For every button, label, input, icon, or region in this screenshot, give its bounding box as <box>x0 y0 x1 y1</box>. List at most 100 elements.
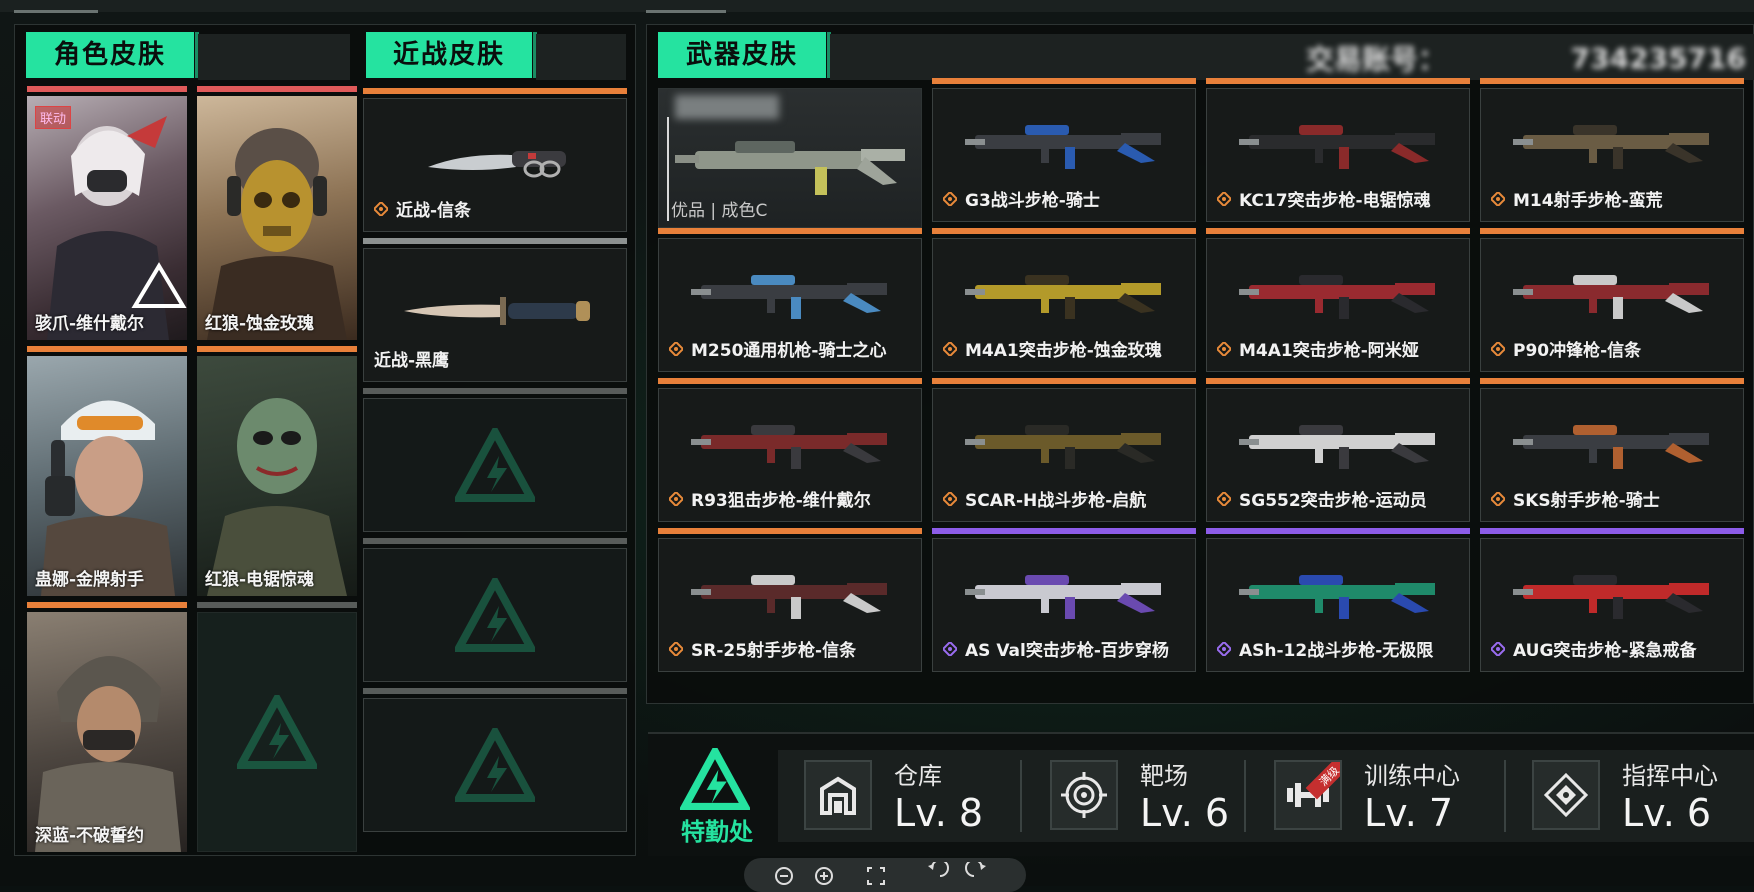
character-card[interactable]: 联动 骇爪-维什戴尔 <box>27 96 187 340</box>
hq-label: 特勤处 <box>681 818 753 846</box>
weapon-card[interactable]: M4A1突击步枪-阿米娅 <box>1206 238 1470 372</box>
facility-training[interactable]: 满级 训练中心 Lv. 7 <box>1274 746 1460 844</box>
delta-logo-icon <box>455 578 535 652</box>
empty-melee-slot[interactable] <box>363 548 627 682</box>
delta-logo-icon <box>680 748 750 810</box>
character-portrait <box>47 116 187 340</box>
weapon-card[interactable]: R93狙击步枪-维什戴尔 <box>658 388 922 522</box>
rarity-stripe <box>1206 378 1470 384</box>
weapon-name: AS Val突击步枪-百步穿杨 <box>965 641 1169 661</box>
rarity-orange-icon <box>374 201 388 216</box>
weapon-image <box>1239 425 1435 469</box>
weapon-card[interactable]: M4A1突击步枪-蚀金玫瑰 <box>932 238 1196 372</box>
weapon-label: SR-25射手步枪-信条 <box>669 636 856 661</box>
command-icon <box>1532 760 1600 830</box>
weapon-name: M14射手步枪-蛮荒 <box>1513 191 1663 211</box>
rarity-orange-icon <box>669 491 683 506</box>
weapon-card[interactable]: P90冲锋枪-信条 <box>1480 238 1744 372</box>
character-portrait <box>207 398 347 596</box>
weapon-label: M4A1突击步枪-蚀金玫瑰 <box>943 336 1162 361</box>
hq-logo[interactable]: 特勤处 <box>666 748 762 846</box>
divider <box>1504 760 1506 832</box>
weapon-name: SR-25射手步枪-信条 <box>691 641 857 661</box>
weapon-card[interactable]: M250通用机枪-骑士之心 <box>658 238 922 372</box>
fit-icon[interactable] <box>867 867 885 885</box>
weapon-card[interactable]: G3战斗步枪-骑士 <box>932 88 1196 222</box>
character-card[interactable]: 深蓝-不破誓约 <box>27 612 187 852</box>
weapon-image <box>1513 425 1709 469</box>
rarity-stripe <box>658 528 922 534</box>
empty-melee-slot[interactable] <box>363 398 627 532</box>
rarity-orange-icon <box>943 341 957 356</box>
dumbbell-icon: 满级 <box>1274 760 1342 830</box>
character-portrait <box>35 655 181 852</box>
featured-weapon-card[interactable]: 优品 | 成色C <box>658 88 922 228</box>
blurred-id-label: 交易账号： <box>1306 43 1447 76</box>
delta-logo-icon <box>455 428 535 502</box>
weapon-card[interactable]: SCAR-H战斗步枪-启航 <box>932 388 1196 522</box>
melee-card[interactable]: 近战-信条 <box>363 98 627 232</box>
weapon-label: P90冲锋枪-信条 <box>1491 336 1641 361</box>
weapon-skin-title: 武器皮肤 <box>658 32 831 78</box>
target-icon <box>1050 760 1118 830</box>
rarity-stripe <box>363 238 627 244</box>
empty-character-slot[interactable] <box>197 612 357 852</box>
rarity-orange-icon <box>1491 341 1505 356</box>
weapon-image <box>1239 575 1435 619</box>
blurred-id-value: 734235716 <box>1570 41 1746 75</box>
collab-tag: 联动 <box>35 106 72 129</box>
melee-header-track <box>536 34 626 80</box>
melee-skin-title: 近战皮肤 <box>366 32 537 78</box>
empty-melee-slot[interactable] <box>363 698 627 832</box>
character-name: 红狼-电锯惊魂 <box>205 570 315 590</box>
rarity-stripe <box>27 602 187 608</box>
rarity-stripe <box>1206 228 1470 234</box>
zoom-out-icon[interactable] <box>775 867 793 885</box>
facility-command[interactable]: 指挥中心 Lv. 6 <box>1532 746 1718 844</box>
melee-label: 近战-黑鹰 <box>374 346 449 371</box>
weapon-card[interactable]: SR-25射手步枪-信条 <box>658 538 922 672</box>
character-card[interactable]: 红狼-电锯惊魂 <box>197 356 357 596</box>
rotate-right-icon[interactable] <box>965 862 986 877</box>
zoom-in-icon[interactable] <box>815 867 833 885</box>
weapon-card[interactable]: SG552突击步枪-运动员 <box>1206 388 1470 522</box>
weapon-image <box>1513 275 1709 319</box>
facility-warehouse[interactable]: 仓库 Lv. 8 <box>804 746 983 844</box>
rarity-orange-icon <box>1217 491 1231 506</box>
blurred-name <box>675 95 779 119</box>
rarity-stripe <box>932 78 1196 84</box>
weapon-label: SG552突击步枪-运动员 <box>1217 486 1427 511</box>
weapon-label: M250通用机枪-骑士之心 <box>669 336 886 361</box>
facility-level: Lv. 6 <box>1622 790 1712 835</box>
weapon-label: G3战斗步枪-骑士 <box>943 186 1100 211</box>
weapon-label: M4A1突击步枪-阿米娅 <box>1217 336 1419 361</box>
facility-name: 指挥中心 <box>1622 761 1718 790</box>
character-card[interactable]: 蛊娜-金牌射手 <box>27 356 187 596</box>
weapon-card[interactable]: M14射手步枪-蛮荒 <box>1480 88 1744 222</box>
weapon-image <box>691 575 887 619</box>
rarity-purple-icon <box>943 641 957 656</box>
melee-card[interactable]: 近战-黑鹰 <box>363 248 627 382</box>
facility-name: 仓库 <box>894 761 942 790</box>
rarity-stripe <box>1480 378 1744 384</box>
weapon-image <box>1239 275 1435 319</box>
rarity-orange-icon <box>1491 191 1505 206</box>
weapon-card[interactable]: AS Val突击步枪-百步穿杨 <box>932 538 1196 672</box>
rarity-stripe <box>197 86 357 92</box>
character-card[interactable]: 红狼-蚀金玫瑰 <box>197 96 357 340</box>
weapon-image <box>965 425 1161 469</box>
weapon-name: M4A1突击步枪-阿米娅 <box>1239 341 1419 361</box>
facility-level: Lv. 8 <box>894 790 984 835</box>
character-name: 深蓝-不破誓约 <box>35 826 145 846</box>
rarity-purple-icon <box>1217 641 1231 656</box>
facility-range[interactable]: 靶场 Lv. 6 <box>1050 746 1229 844</box>
melee-label: 近战-信条 <box>374 196 471 221</box>
weapon-card[interactable]: ASh-12战斗步枪-无极限 <box>1206 538 1470 672</box>
weapon-card[interactable]: AUG突击步枪-紧急戒备 <box>1480 538 1744 672</box>
rotate-left-icon[interactable] <box>928 862 949 877</box>
weapon-card[interactable]: KC17突击步枪-电锯惊魂 <box>1206 88 1470 222</box>
weapon-name: M4A1突击步枪-蚀金玫瑰 <box>965 341 1162 361</box>
weapon-card[interactable]: SKS射手步枪-骑士 <box>1480 388 1744 522</box>
rarity-orange-icon <box>669 641 683 656</box>
weapon-image <box>965 275 1161 319</box>
